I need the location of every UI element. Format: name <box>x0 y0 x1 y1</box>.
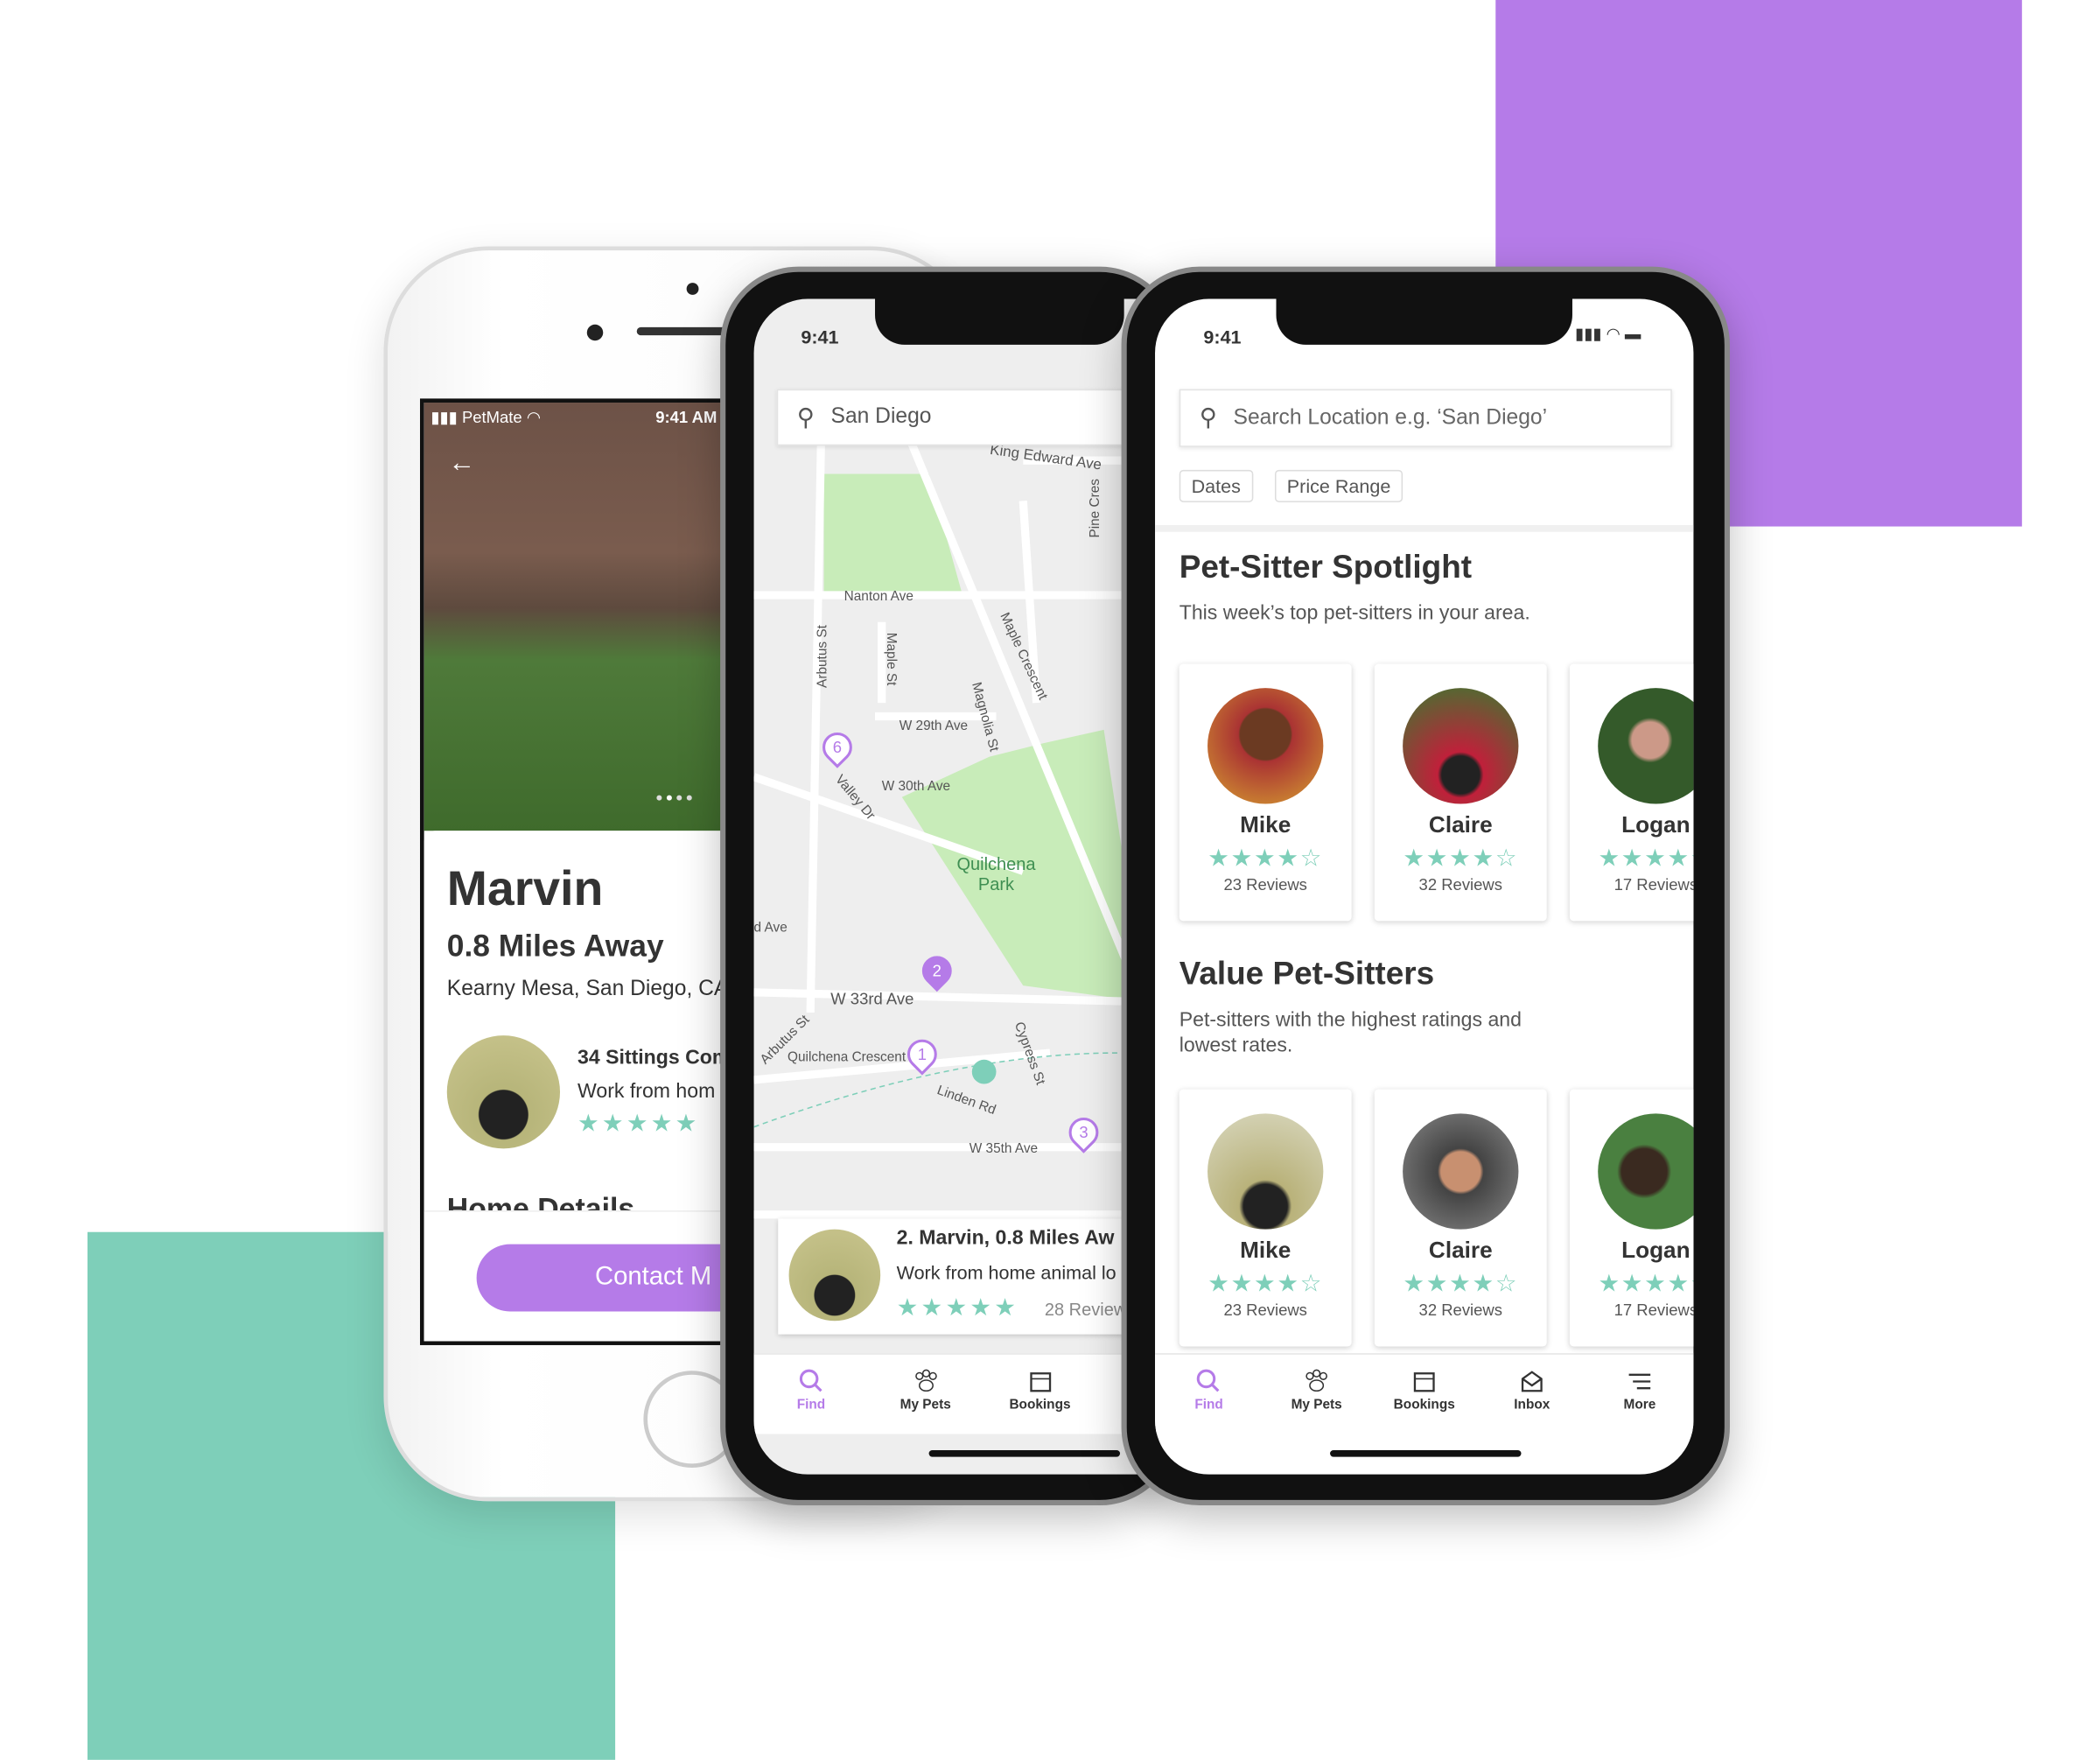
avatar <box>1208 1113 1324 1230</box>
paw-icon <box>914 1369 937 1392</box>
carrier: PetMate <box>461 408 522 427</box>
rating-stars: ★★★★★ <box>1598 1269 1693 1297</box>
park-label: Quilchena Park <box>956 853 1036 894</box>
calendar-icon <box>1413 1372 1435 1392</box>
review-count: 17 Reviews <box>1614 1301 1694 1320</box>
location-search-input[interactable]: ⚲ Search Location e.g. ‘San Diego’ <box>1179 389 1672 447</box>
status-time: 9:41 <box>1203 326 1242 347</box>
section-subtitle: Pet-sitters with the highest ratings and… <box>1179 1008 1522 1057</box>
map-result-card[interactable]: 2. Marvin, 0.8 Miles Aw Work from home a… <box>778 1218 1144 1335</box>
tab-find[interactable]: Find <box>754 1355 869 1434</box>
tab-bar: Find My Pets Bookings Inbox More <box>1155 1353 1694 1434</box>
sittings-count: 34 Sittings Com <box>578 1046 731 1069</box>
status-time: 9:41 AM <box>655 408 718 427</box>
tab-my-pets[interactable]: My Pets <box>868 1355 983 1434</box>
sitter-card[interactable]: Mike ★★★★☆ 23 Reviews <box>1179 1089 1352 1347</box>
calendar-icon <box>1029 1372 1051 1392</box>
home-screen: 9:41 ▮▮▮ ◠ ▬ ⚲ Search Location e.g. ‘San … <box>1155 298 1694 1475</box>
sitter-name: Mike <box>1240 1237 1292 1264</box>
map-search-input[interactable]: ⚲ San Diego <box>776 389 1144 446</box>
back-arrow-icon[interactable]: ← <box>448 448 475 479</box>
status-time: 9:41 <box>801 326 839 347</box>
rating-stars: ★★★★☆ <box>1208 844 1324 872</box>
contact-button[interactable]: Contact M <box>476 1244 739 1312</box>
sitter-name: Marvin <box>446 860 604 916</box>
photo-pagination-dots[interactable]: ●●●● <box>655 790 696 803</box>
search-icon: ⚲ <box>796 403 816 431</box>
section-home-details: Home Details <box>446 1191 635 1211</box>
wifi-icon: ◠ <box>526 408 541 427</box>
detail-screen: ▮▮▮ PetMate ◠ 9:41 AM ← ●●●● Marvin 0.8 … <box>420 398 744 1345</box>
review-count: 23 Reviews <box>1223 1301 1307 1320</box>
sitter-name: Claire <box>1428 1237 1493 1264</box>
current-location-dot <box>971 1059 997 1084</box>
tab-my-pets[interactable]: My Pets <box>1263 1355 1370 1434</box>
signal-icon: ▮▮▮ <box>430 408 458 427</box>
sitter-card[interactable]: Mike ★★★★☆ 23 Reviews <box>1179 663 1352 922</box>
sitter-card[interactable]: Logan ★★★★★ 17 Reviews <box>1569 1089 1694 1347</box>
contact-label: Contact M <box>595 1263 712 1292</box>
search-icon <box>799 1369 822 1392</box>
sitter-name: Logan <box>1621 1237 1690 1264</box>
bio: Work from hom <box>578 1079 716 1104</box>
section-title: Pet-Sitter Spotlight <box>1179 549 1473 586</box>
rating-stars: ★★★★☆ <box>1208 1269 1324 1297</box>
review-count: 17 Reviews <box>1614 875 1694 894</box>
sitter-name: Claire <box>1428 811 1493 838</box>
tab-find[interactable]: Find <box>1155 1355 1263 1434</box>
menu-icon <box>1628 1373 1651 1390</box>
sitter-card[interactable]: Claire ★★★★☆ 32 Reviews <box>1374 663 1547 922</box>
rating-stars: ★★★★☆ <box>1403 1269 1519 1297</box>
avatar <box>1208 688 1324 804</box>
section-title: Value Pet-Sitters <box>1179 956 1435 992</box>
review-count: 32 Reviews <box>1418 1301 1502 1320</box>
paw-icon <box>1306 1369 1327 1392</box>
tab-bookings[interactable]: Bookings <box>1370 1355 1478 1434</box>
review-count: 23 Reviews <box>1223 875 1307 894</box>
search-icon: ⚲ <box>1199 403 1218 431</box>
section-subtitle: This week’s top pet-sitters in your area… <box>1179 601 1530 625</box>
rating-stars: ★★★★★ <box>578 1109 700 1137</box>
map-screen: King Edward Ave Nanton Ave Arbutus St Ma… <box>753 298 1144 1475</box>
distance: 0.8 Miles Away <box>446 928 664 964</box>
rating-stars: ★★★★★ <box>896 1294 1019 1322</box>
rating-stars: ★★★★☆ <box>1403 844 1519 872</box>
status-icons: ▮▮▮ ◠ ▬ <box>1575 324 1642 344</box>
avatar <box>1403 688 1519 804</box>
sitter-card[interactable]: Logan ★★★★★ 17 Reviews <box>1569 663 1694 922</box>
avatar <box>1403 1113 1519 1230</box>
inbox-icon <box>1521 1371 1543 1392</box>
tab-bar: FindMy PetsBookingsI <box>753 1353 1144 1434</box>
sitter-name: Logan <box>1621 811 1690 838</box>
location: Kearny Mesa, San Diego, CA <box>446 977 729 1001</box>
filter-dates[interactable]: Dates <box>1179 469 1253 502</box>
search-icon <box>1196 1369 1220 1392</box>
tab-bookings[interactable]: Bookings <box>983 1355 1097 1434</box>
tab-more[interactable]: More <box>1586 1355 1693 1434</box>
tab-inbox[interactable]: Inbox <box>1478 1355 1586 1434</box>
sitter-name: Mike <box>1240 811 1292 838</box>
rating-stars: ★★★★★ <box>1598 844 1693 872</box>
avatar <box>1598 688 1694 804</box>
avatar <box>788 1229 881 1322</box>
avatar <box>446 1035 561 1149</box>
filter-price-range[interactable]: Price Range <box>1274 469 1404 502</box>
avatar <box>1598 1113 1694 1230</box>
review-count: 32 Reviews <box>1418 875 1502 894</box>
sitter-card[interactable]: Claire ★★★★☆ 32 Reviews <box>1374 1089 1547 1347</box>
